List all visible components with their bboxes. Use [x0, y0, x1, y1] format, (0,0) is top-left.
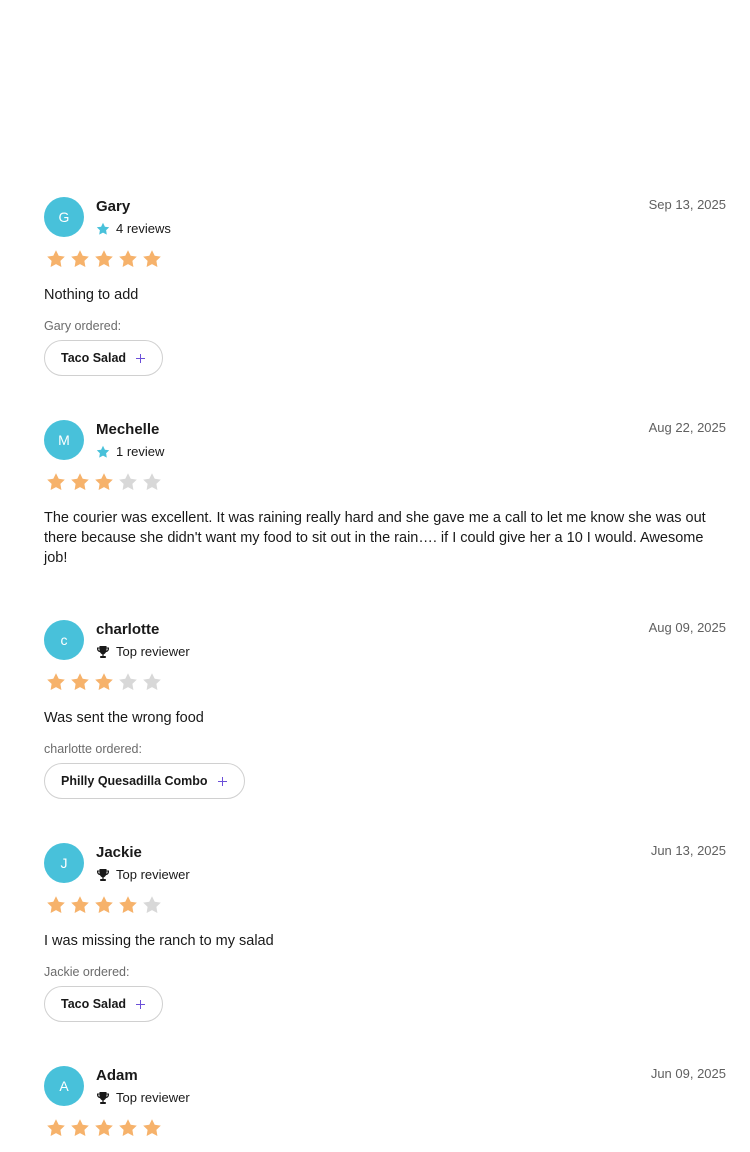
add-item-button[interactable]: Taco Salad — [44, 986, 164, 1022]
star-filled-icon — [94, 472, 114, 492]
star-filled-icon — [118, 249, 138, 269]
ordered-label: charlotte ordered: — [44, 742, 142, 756]
review-date: Sep 13, 2025 — [648, 197, 726, 212]
reviewer-meta: Top reviewer — [96, 1090, 190, 1106]
star-filled-icon — [94, 672, 114, 692]
reviewer-meta: Top reviewer — [96, 867, 190, 883]
item-label: Taco Salad — [61, 997, 127, 1011]
reviewer-meta: Top reviewer — [96, 644, 190, 660]
ordered-label: Jackie ordered: — [44, 965, 130, 979]
star-icon — [96, 445, 110, 459]
star-filled-icon — [94, 249, 114, 269]
reviewer-meta-text: Top reviewer — [116, 867, 190, 882]
star-filled-icon — [46, 1118, 66, 1138]
star-filled-icon — [70, 472, 90, 492]
rating-stars — [46, 472, 726, 494]
star-icon — [96, 222, 110, 236]
ordered-items: Philly Quesadilla Combo — [44, 763, 726, 799]
review-item: G Gary 4 reviews Sep 13, 2025 Nothing to add… — [0, 197, 750, 376]
item-label: Taco Salad — [61, 351, 127, 365]
rating-stars — [46, 895, 726, 917]
star-filled-icon — [94, 1118, 114, 1138]
star-filled-icon — [70, 672, 90, 692]
avatar: c — [44, 620, 84, 660]
star-filled-icon — [142, 249, 162, 269]
avatar: M — [44, 420, 84, 460]
reviewer-meta-text: 4 reviews — [116, 221, 171, 236]
plus-icon — [136, 999, 146, 1009]
review-text: Nothing to add — [44, 287, 139, 303]
review-date: Jun 09, 2025 — [650, 1066, 726, 1081]
review-date: Aug 22, 2025 — [648, 420, 726, 435]
rating-stars — [46, 672, 726, 694]
review-header: J Jackie Top reviewer Jun 13, 2025 — [44, 843, 726, 883]
reviewer-name: charlotte — [96, 621, 160, 638]
star-filled-icon — [70, 895, 90, 915]
star-filled-icon — [46, 895, 66, 915]
add-item-button[interactable]: Taco Salad — [44, 340, 164, 376]
plus-icon — [217, 776, 227, 786]
review-text: Was sent the wrong food — [44, 710, 204, 726]
reviewer-name: Mechelle — [96, 421, 160, 438]
rating-stars — [46, 249, 726, 271]
reviewer-meta-text: 1 review — [116, 444, 165, 459]
star-empty-icon — [142, 672, 162, 692]
add-item-button[interactable]: Philly Quesadilla Combo — [44, 763, 245, 799]
star-empty-icon — [142, 895, 162, 915]
avatar: J — [44, 843, 84, 883]
star-empty-icon — [142, 472, 162, 492]
trophy-icon — [96, 868, 110, 882]
reviewer-name: Adam — [96, 1067, 138, 1084]
reviewer-meta: 4 reviews — [96, 221, 171, 237]
star-empty-icon — [118, 672, 138, 692]
star-filled-icon — [118, 1118, 138, 1138]
star-filled-icon — [142, 1118, 162, 1138]
review-date: Jun 13, 2025 — [650, 843, 726, 858]
star-filled-icon — [46, 249, 66, 269]
star-filled-icon — [46, 472, 66, 492]
review-item: c charlotte Top reviewer Aug 09, 2025 Was se… — [0, 620, 750, 799]
star-filled-icon — [118, 895, 138, 915]
review-item: J Jackie Top reviewer Jun 13, 2025 I was mis… — [0, 843, 750, 1022]
review-item: A Adam Top reviewer Jun 09, 2025 — [0, 1066, 750, 1140]
reviewer-meta: 1 review — [96, 444, 164, 460]
plus-icon — [136, 353, 146, 363]
star-filled-icon — [70, 1118, 90, 1138]
item-label: Philly Quesadilla Combo — [61, 774, 208, 788]
review-header: A Adam Top reviewer Jun 09, 2025 — [44, 1066, 726, 1106]
trophy-icon — [96, 645, 110, 659]
ordered-items: Taco Salad — [44, 340, 726, 376]
star-filled-icon — [94, 895, 114, 915]
review-header: G Gary 4 reviews Sep 13, 2025 — [44, 197, 726, 237]
review-header: M Mechelle 1 review Aug 22, 2025 — [44, 420, 726, 460]
ordered-label: Gary ordered: — [44, 319, 122, 333]
star-filled-icon — [70, 249, 90, 269]
ordered-items: Taco Salad — [44, 986, 726, 1022]
reviewer-name: Jackie — [96, 844, 142, 861]
star-empty-icon — [118, 472, 138, 492]
review-item: M Mechelle 1 review Aug 22, 2025 The courier… — [0, 420, 750, 568]
review-text: The courier was excellent. It was rainin… — [44, 510, 706, 566]
review-header: c charlotte Top reviewer Aug 09, 2025 — [44, 620, 726, 660]
rating-stars — [46, 1118, 726, 1140]
avatar: A — [44, 1066, 84, 1106]
reviewer-name: Gary — [96, 198, 131, 215]
trophy-icon — [96, 1091, 110, 1105]
review-text: I was missing the ranch to my salad — [44, 933, 274, 949]
star-filled-icon — [46, 672, 66, 692]
reviewer-meta-text: Top reviewer — [116, 644, 190, 659]
review-date: Aug 09, 2025 — [648, 620, 726, 635]
avatar: G — [44, 197, 84, 237]
reviewer-meta-text: Top reviewer — [116, 1090, 190, 1105]
